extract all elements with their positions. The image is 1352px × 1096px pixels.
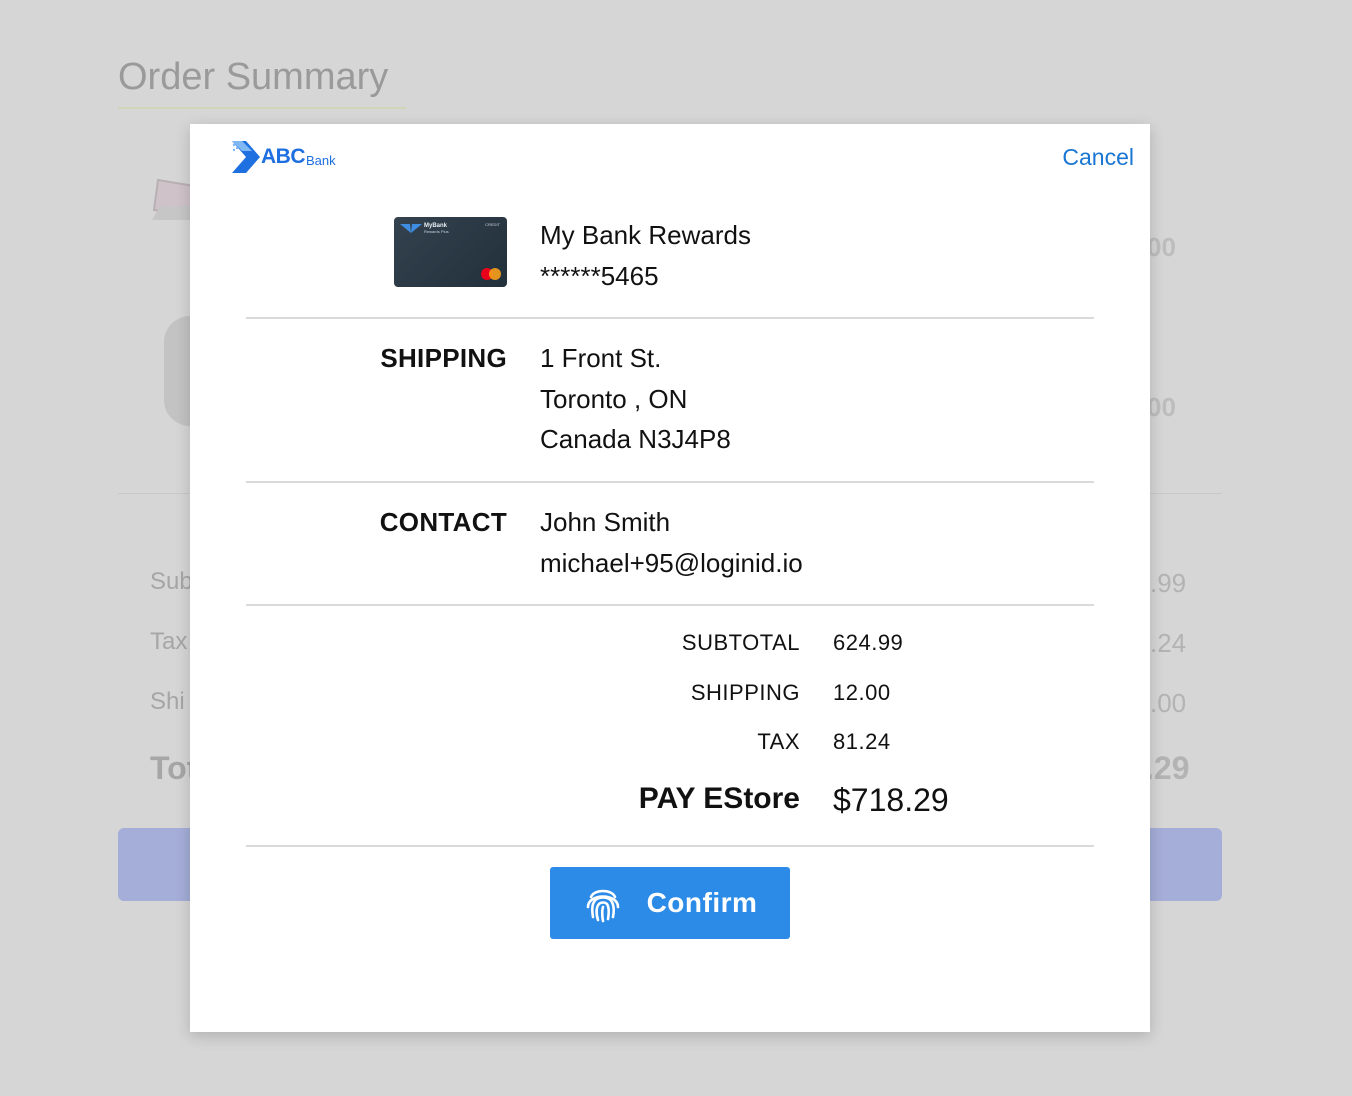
- shipping-value: .00: [1150, 688, 1187, 718]
- mastercard-icon: [481, 268, 501, 280]
- subtotal-value: .99: [1150, 568, 1187, 598]
- tax-label: TAX: [757, 729, 800, 754]
- divider: [246, 604, 1094, 606]
- tax-value: 81.24: [833, 729, 891, 754]
- divider: [246, 317, 1094, 319]
- fingerprint-icon: [586, 889, 619, 923]
- shipping-address-line: 1 Front St.: [540, 343, 662, 373]
- subtotal-label: Sub: [150, 568, 193, 595]
- total-value: .29: [1145, 750, 1190, 786]
- subtotal-value: 624.99: [833, 630, 904, 655]
- page-title: Order Summary: [118, 56, 389, 98]
- tax-value: .24: [1150, 628, 1187, 658]
- pay-merchant-label: PAY EStore: [638, 782, 800, 815]
- shipping-section-label: SHIPPING: [380, 343, 507, 373]
- logo-text-bank: Bank: [306, 152, 336, 168]
- contact-email: michael+95@loginid.io: [540, 548, 803, 578]
- title-underline: [118, 107, 406, 109]
- card-tier: Rewards Plus: [424, 229, 449, 234]
- shipping-address-line: Canada N3J4P8: [540, 424, 731, 454]
- divider: [246, 845, 1094, 847]
- card-number: ******5465: [540, 261, 659, 291]
- card-name: My Bank Rewards: [540, 220, 751, 250]
- confirm-button[interactable]: Confirm: [550, 867, 790, 939]
- bank-logo: ABC Bank: [232, 140, 336, 174]
- bank-logo-mark-icon: [232, 141, 260, 173]
- confirm-button-label: Confirm: [646, 887, 758, 918]
- logo-text-abc: ABC: [261, 145, 306, 168]
- item-price: 00: [1147, 392, 1176, 422]
- subtotal-label: SUBTOTAL: [681, 630, 800, 655]
- item-price: 00: [1147, 232, 1176, 262]
- shipping-label: Shi: [150, 688, 185, 715]
- divider: [246, 481, 1094, 483]
- shipping-cost-label: SHIPPING: [690, 680, 800, 705]
- card-image: MyBank Rewards Plus CREDIT: [394, 217, 507, 287]
- contact-name: John Smith: [540, 507, 671, 537]
- contact-section-label: CONTACT: [379, 507, 507, 537]
- card-type: CREDIT: [485, 222, 500, 227]
- pay-amount: $718.29: [833, 782, 949, 818]
- tax-label: Tax: [150, 628, 188, 655]
- shipping-address-line: Toronto , ON: [540, 384, 688, 414]
- shipping-cost-value: 12.00: [833, 680, 891, 705]
- cancel-button[interactable]: Cancel: [1062, 144, 1134, 171]
- payment-modal: ABC Bank Cancel MyBank Rewards Plus CRED…: [190, 124, 1150, 1032]
- card-logo-icon: [400, 224, 422, 233]
